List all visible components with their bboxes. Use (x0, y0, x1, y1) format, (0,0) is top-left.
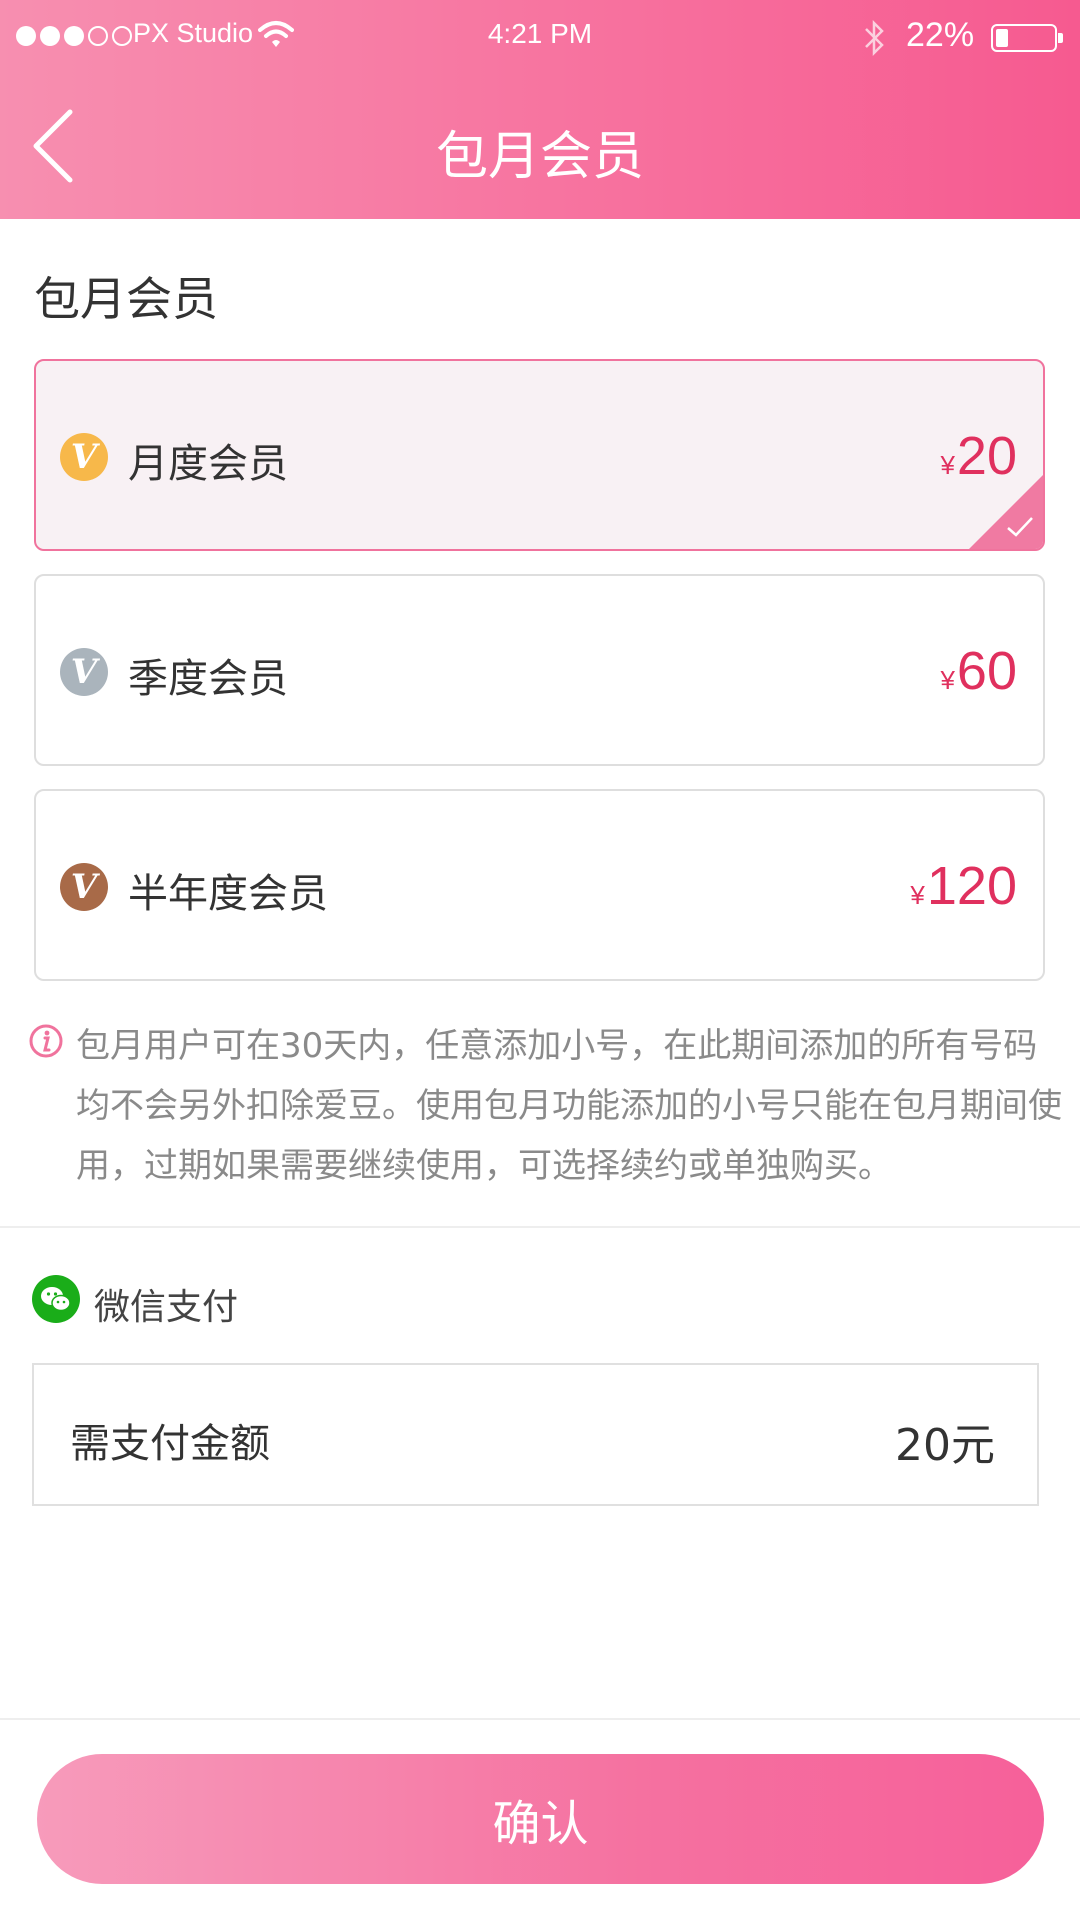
currency-symbol: ¥ (940, 665, 955, 695)
plan-name: 季度会员 (128, 656, 288, 702)
bluetooth-icon (865, 19, 884, 57)
plan-name: 月度会员 (128, 441, 288, 487)
plan-price: ¥60 (940, 640, 1017, 702)
page-title: 包月会员 (435, 127, 644, 187)
amount-value: 20元 (895, 1420, 995, 1471)
plan-price-value: 120 (926, 856, 1017, 916)
vip-badge-gold-icon: V (60, 433, 108, 481)
plan-price-value: 60 (956, 641, 1017, 701)
payment-amount-row: 需支付金额 20元 (32, 1363, 1039, 1506)
payment-method-label: 微信支付 (94, 1287, 239, 1328)
wechat-icon (32, 1275, 80, 1323)
plan-price: ¥120 (910, 855, 1017, 917)
plan-half-year-option[interactable]: V 半年度会员 ¥120 (34, 789, 1045, 981)
battery-icon (991, 24, 1063, 52)
bottom-divider (0, 1718, 1080, 1720)
plan-monthly-option[interactable]: V 月度会员 ¥20 (34, 359, 1045, 551)
currency-symbol: ¥ (910, 880, 925, 910)
info-icon (29, 1024, 63, 1058)
currency-symbol: ¥ (940, 450, 955, 480)
confirm-button[interactable]: 确认 (37, 1754, 1044, 1884)
amount-label: 需支付金额 (70, 1421, 270, 1467)
section-title: 包月会员 (34, 272, 218, 326)
plan-name: 半年度会员 (128, 871, 328, 917)
plan-quarterly-option[interactable]: V 季度会员 ¥60 (34, 574, 1045, 766)
battery-percentage: 22% (906, 16, 975, 54)
vip-badge-bronze-icon: V (60, 863, 108, 911)
membership-notice: 包月用户可在30天内，任意添加小号，在此期间添加的所有号码均不会另外扣除爱豆。使… (76, 1026, 1062, 1186)
divider (0, 1226, 1080, 1228)
header: PX Studio 4:21 PM 22% 包月会员 (0, 0, 1080, 219)
checkmark-icon (1007, 517, 1033, 537)
status-bar: PX Studio 4:21 PM 22% (0, 0, 1080, 76)
vip-badge-silver-icon: V (60, 648, 108, 696)
